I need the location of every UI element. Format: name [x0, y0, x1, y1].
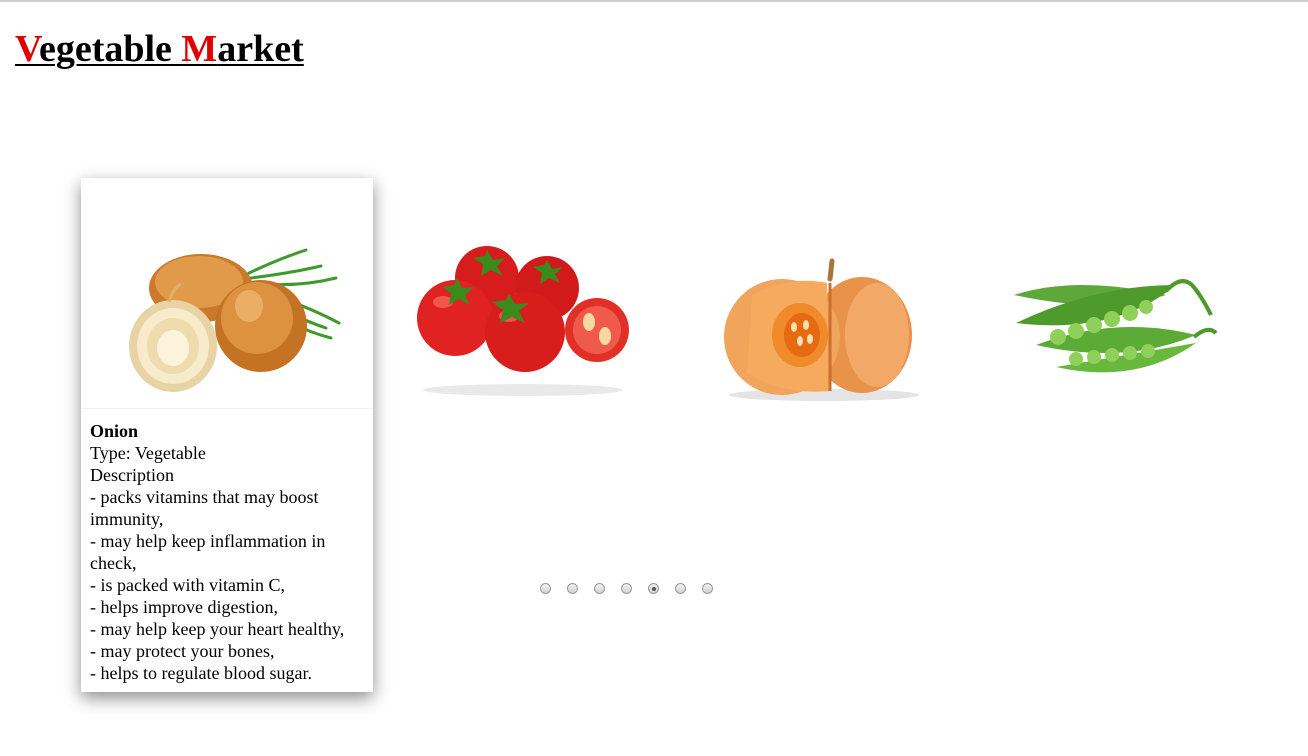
pagination-dot-2[interactable]	[567, 583, 578, 594]
description-line: - may protect your bones,	[90, 641, 275, 661]
tomato-image[interactable]	[405, 240, 640, 400]
title-initial-v: V	[15, 28, 39, 70]
description-line: - helps to regulate blood sugar.	[90, 663, 312, 683]
description-line: - is packed with vitamin C,	[90, 575, 285, 595]
pagination-dot-3[interactable]	[594, 583, 605, 594]
pagination-dot-5-active[interactable]	[648, 583, 659, 594]
title-word-2: arket	[217, 28, 304, 70]
top-border	[0, 0, 1308, 2]
page-title: Vegetable Market	[15, 27, 304, 71]
onion-image	[81, 178, 373, 409]
title-initial-m: M	[181, 28, 218, 70]
pagination-dot-7[interactable]	[702, 583, 713, 594]
vegetable-type: Type: Vegetable	[90, 443, 206, 463]
pagination-dot-4[interactable]	[621, 583, 632, 594]
description-line: - helps improve digestion,	[90, 597, 278, 617]
carousel-pagination	[540, 583, 729, 594]
pumpkin-image[interactable]	[712, 255, 937, 405]
vegetable-name: Onion	[90, 421, 139, 441]
card-details: Onion Type: Vegetable Description - pack…	[90, 420, 370, 684]
description-label: Description	[90, 465, 174, 485]
title-word-1: egetable	[38, 28, 182, 70]
description-line: - may help keep inflammation in check,	[90, 531, 326, 573]
vegetable-card-onion[interactable]: Onion Type: Vegetable Description - pack…	[81, 178, 373, 692]
description-line: - may help keep your heart healthy,	[90, 619, 345, 639]
description-line: - packs vitamins that may boost immunity…	[90, 487, 319, 529]
pagination-dot-6[interactable]	[675, 583, 686, 594]
peas-image[interactable]	[996, 255, 1231, 405]
pagination-dot-1[interactable]	[540, 583, 551, 594]
